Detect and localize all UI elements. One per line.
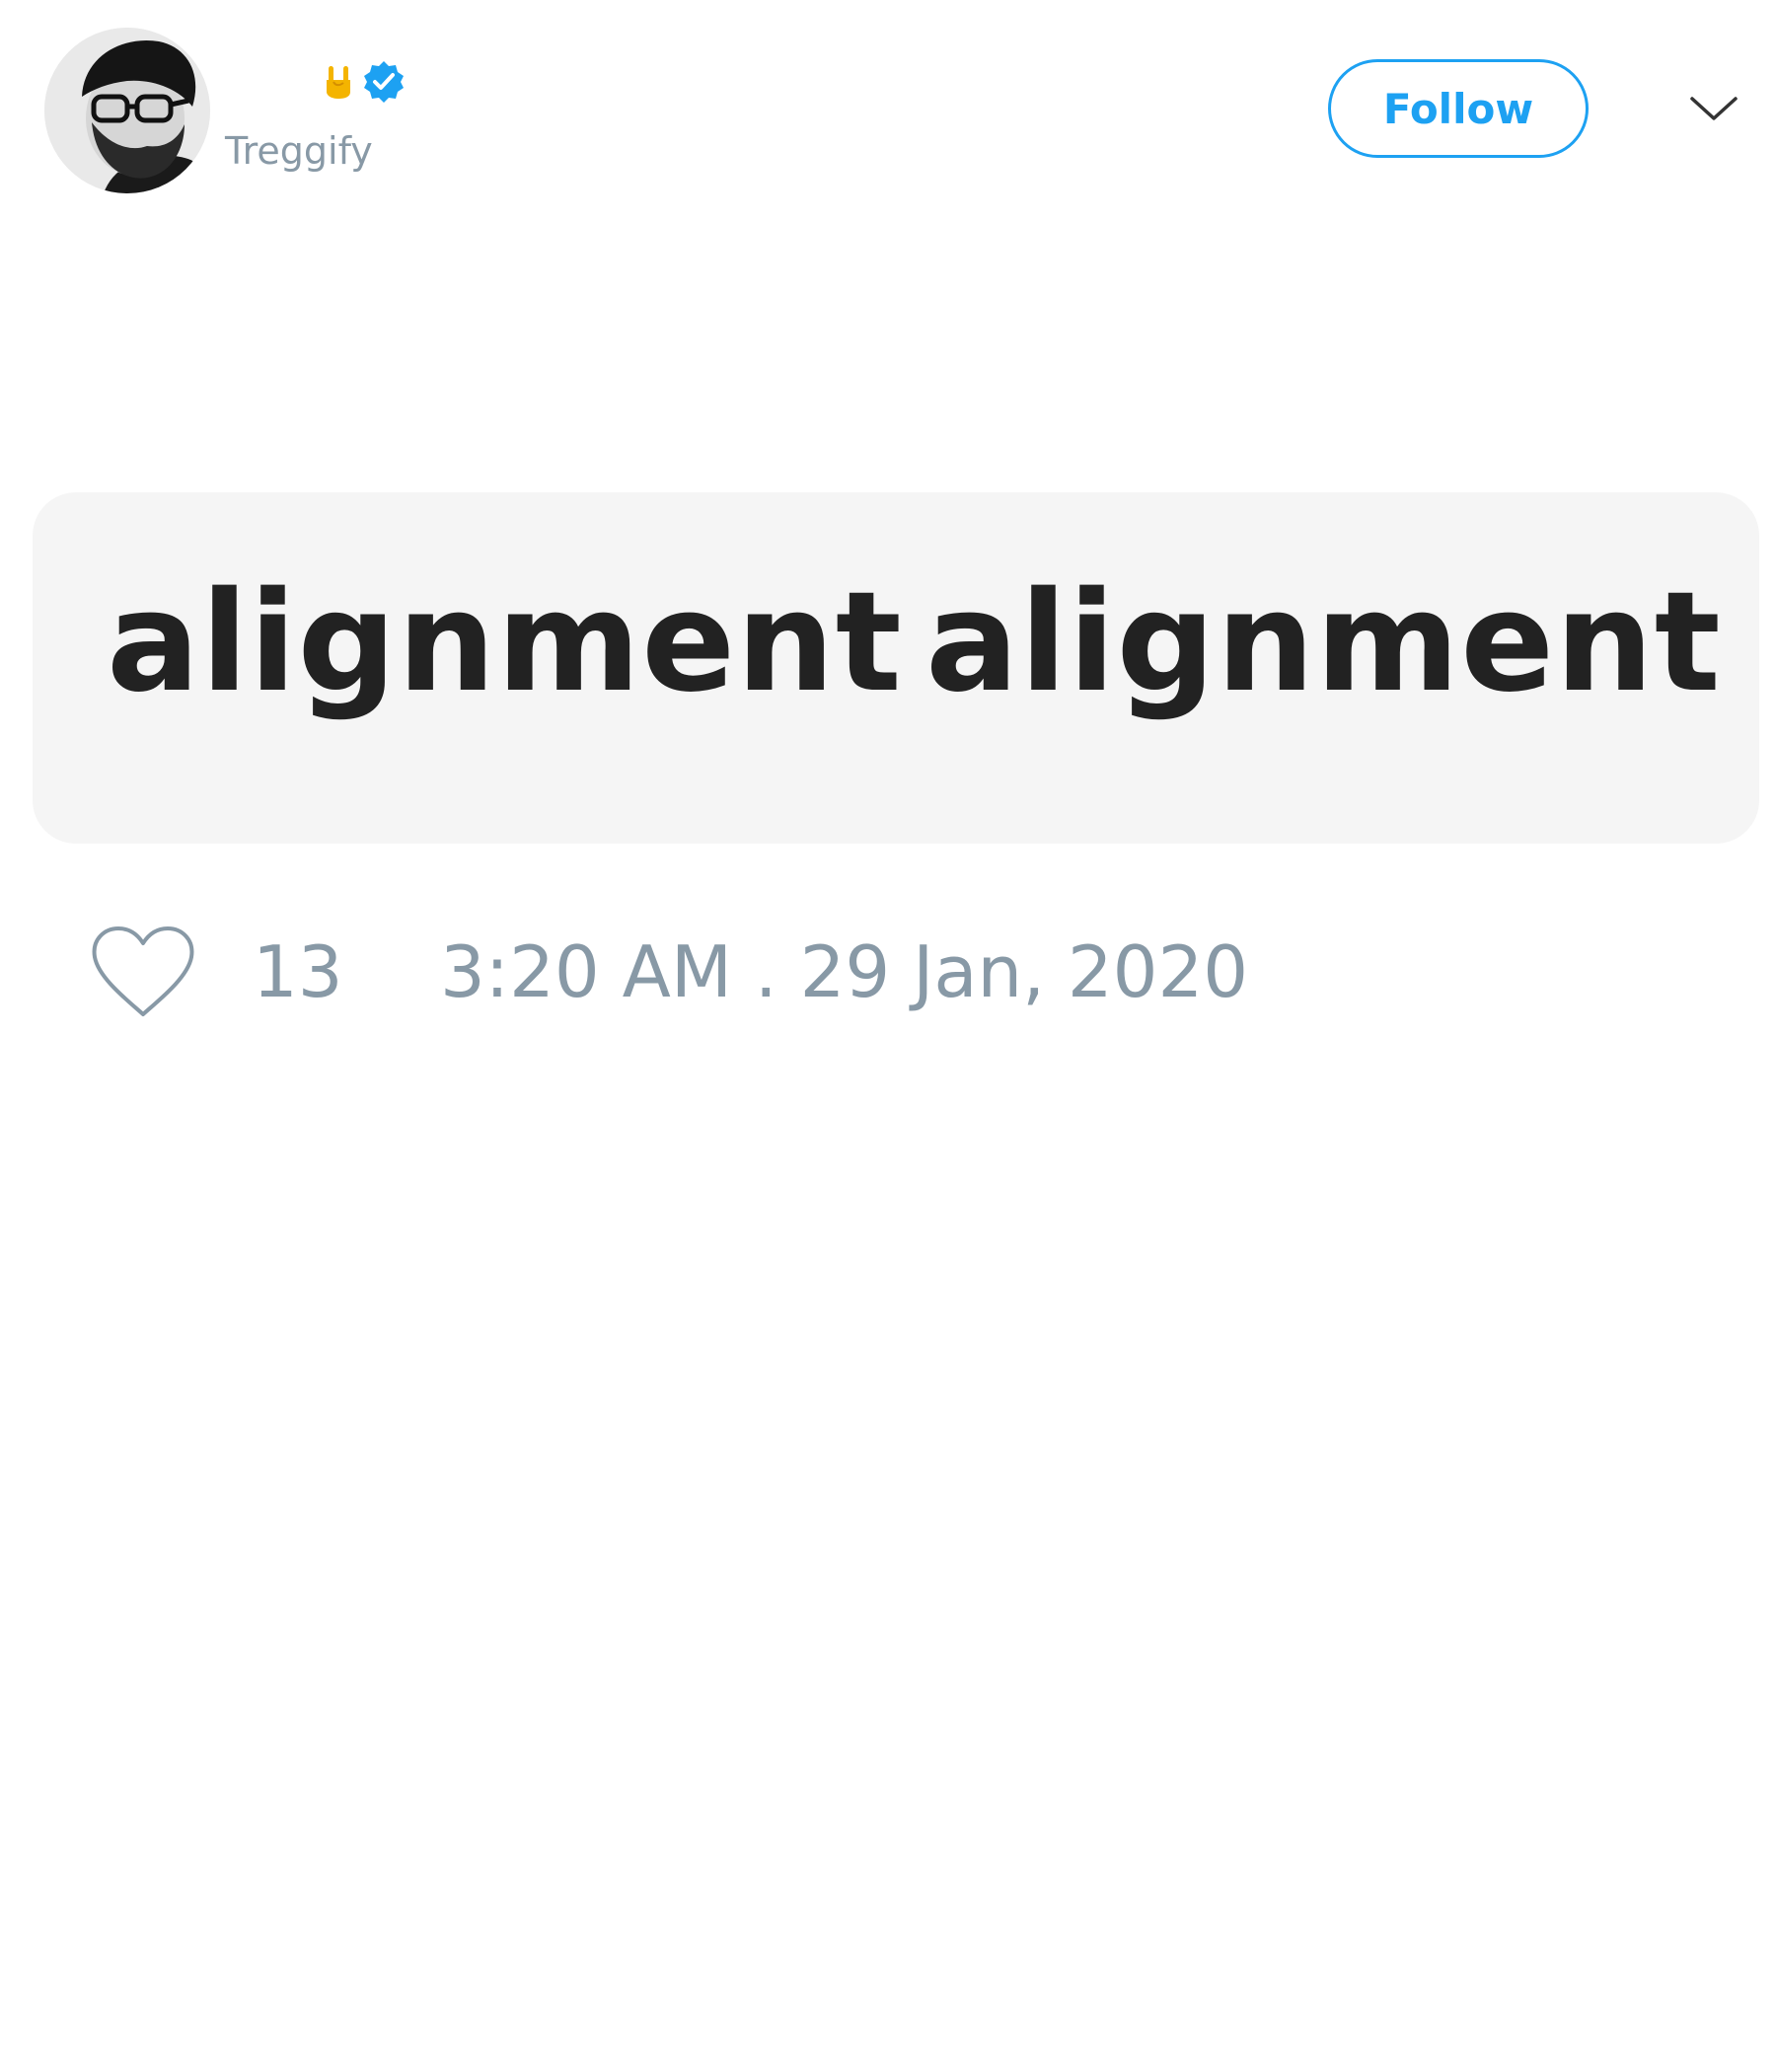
avatar-photo (44, 28, 210, 193)
follow-button[interactable]: Follow (1328, 59, 1589, 158)
tweet-timestamp[interactable]: 3:20 AM . 29 Jan, 2020 (440, 929, 1248, 1014)
media-word-left: alignment (107, 562, 903, 723)
verified-badge-icon (364, 61, 404, 103)
heart-icon[interactable] (91, 925, 195, 1020)
rock-hand-emoji-icon (327, 66, 350, 99)
tweet-header: Treggify Follow (0, 0, 1776, 197)
like-count[interactable]: 13 (253, 929, 343, 1014)
tweet-media-image[interactable]: alignment alignment (33, 492, 1759, 844)
display-name-row[interactable] (316, 59, 407, 105)
avatar[interactable] (44, 28, 210, 193)
chevron-down-icon[interactable] (1689, 91, 1739, 126)
user-handle[interactable]: Treggify (225, 126, 373, 176)
media-word-right: alignment (925, 562, 1722, 723)
tweet-footer: 13 3:20 AM . 29 Jan, 2020 (0, 908, 1776, 1036)
